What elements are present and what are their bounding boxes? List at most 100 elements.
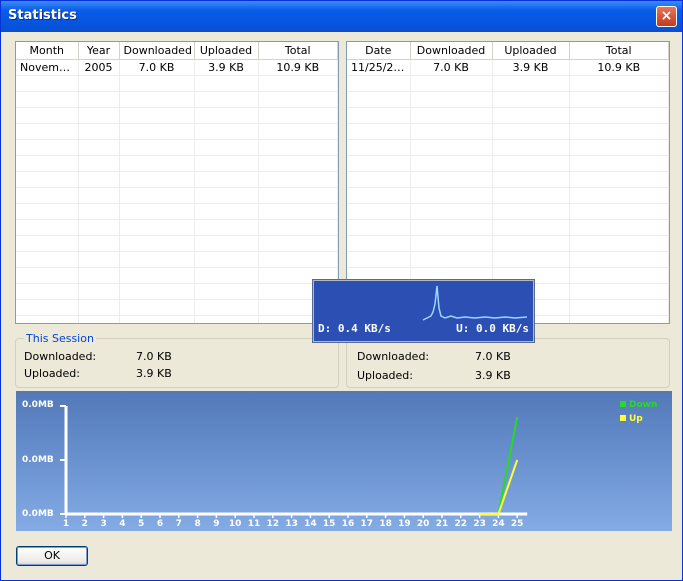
client-area: Month Year Downloaded Uploaded Total Novembe… [4,32,679,578]
table-row[interactable] [16,267,338,284]
table-row[interactable] [16,91,338,108]
table-cell [194,139,259,156]
table-row[interactable] [347,107,669,124]
table-row[interactable]: November 2005 7.0 KB 3.9 KB 10.9 KB [16,59,338,76]
table-cell [194,187,259,204]
table-row[interactable] [347,91,669,108]
table-cell [347,187,411,204]
table-cell [347,139,411,156]
table-cell: 3.9 KB [194,59,259,76]
table-cell [258,187,338,204]
title-bar[interactable]: Statistics × [1,1,682,32]
table-row[interactable] [16,75,338,92]
table-row[interactable] [16,203,338,220]
table-row[interactable] [16,315,338,323]
table-cell [194,171,259,188]
monthly-stats-list[interactable]: Month Year Downloaded Uploaded Total Novembe… [15,41,339,324]
table-row[interactable] [16,235,338,252]
table-cell [569,267,669,284]
table-cell [347,203,411,220]
since-uploaded-value: 3.9 KB [475,369,511,382]
table-row[interactable] [347,219,669,236]
table-cell [16,267,79,284]
daily-column-header[interactable]: Uploaded [492,42,570,60]
session-uploaded-label: Uploaded: [24,367,80,380]
table-cell [410,123,493,140]
table-cell [194,251,259,268]
monthly-stats-table: Month Year Downloaded Uploaded Total Novembe… [16,42,338,323]
table-cell [569,299,669,316]
session-downloaded-value: 7.0 KB [136,350,172,363]
table-row[interactable] [16,123,338,140]
table-cell [78,187,120,204]
speed-meter-graph [422,285,528,321]
table-cell [78,123,120,140]
table-cell [78,171,120,188]
table-cell [16,155,79,172]
x-tick-label: 11 [247,519,261,529]
table-cell: 7.0 KB [119,59,195,76]
session-uploaded-value: 3.9 KB [136,367,172,380]
monthly-body: November 2005 7.0 KB 3.9 KB 10.9 KB [16,59,338,323]
table-cell: 3.9 KB [492,59,570,76]
table-row[interactable] [347,155,669,172]
table-row[interactable] [16,155,338,172]
table-row[interactable] [347,235,669,252]
table-cell [410,235,493,252]
table-cell [492,155,570,172]
series-line-up [479,459,519,515]
monthly-column-header[interactable]: Downloaded [119,42,195,60]
table-cell [78,315,120,323]
x-tick-label: 22 [454,519,468,529]
table-row[interactable] [347,139,669,156]
ok-button[interactable]: OK [16,546,88,566]
table-cell [119,267,195,284]
table-row[interactable] [347,171,669,188]
table-row[interactable] [347,123,669,140]
table-cell [347,75,411,92]
this-session-group: This Session Downloaded: 7.0 KB Uploaded… [15,332,339,388]
table-row[interactable] [347,251,669,268]
since-downloaded-value: 7.0 KB [475,350,511,363]
x-tick-label: 18 [379,519,392,529]
table-row[interactable] [16,139,338,156]
table-row[interactable]: 11/25/20... 7.0 KB 3.9 KB 10.9 KB [347,59,669,76]
table-cell [119,315,195,323]
table-cell [347,123,411,140]
monthly-column-header[interactable]: Total [258,42,338,60]
table-row[interactable] [16,107,338,124]
table-cell [492,123,570,140]
table-cell [258,235,338,252]
table-row[interactable] [16,187,338,204]
speed-meter[interactable]: D: 0.4 KB/s U: 0.0 KB/s [313,280,534,342]
table-row[interactable] [16,251,338,268]
table-cell [569,251,669,268]
table-cell [410,203,493,220]
table-cell [492,235,570,252]
table-cell [16,251,79,268]
table-row[interactable] [16,171,338,188]
table-cell [119,75,195,92]
table-cell [194,203,259,220]
close-button[interactable]: × [656,6,677,27]
table-row[interactable] [347,75,669,92]
table-cell [492,219,570,236]
table-row[interactable] [16,283,338,300]
table-cell [347,91,411,108]
table-cell [78,267,120,284]
table-row[interactable] [16,299,338,316]
window-title: Statistics [8,8,77,23]
monthly-column-header[interactable]: Year [78,42,120,60]
table-row[interactable] [347,203,669,220]
x-tick-label: 7 [175,519,182,529]
monthly-column-header[interactable]: Uploaded [194,42,259,60]
x-tick-label: 12 [266,519,280,529]
table-cell [492,107,570,124]
daily-column-header[interactable]: Date [347,42,411,60]
table-cell [16,283,79,300]
monthly-column-header[interactable]: Month [16,42,79,60]
table-row[interactable] [16,219,338,236]
daily-column-header[interactable]: Total [569,42,669,60]
table-row[interactable] [347,187,669,204]
daily-column-header[interactable]: Downloaded [410,42,493,60]
